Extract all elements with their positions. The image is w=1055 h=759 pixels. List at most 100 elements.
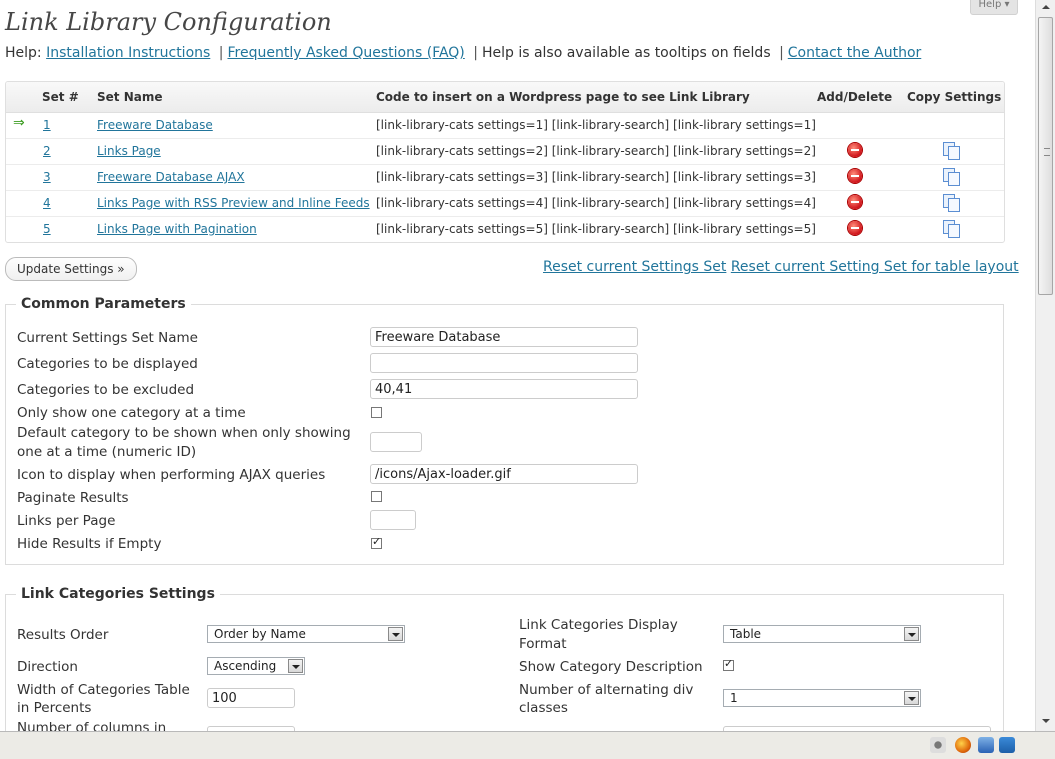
copy-settings-header: Copy Settings xyxy=(907,90,1002,104)
table-header: Set # Set Name Code to insert on a Wordp… xyxy=(6,82,1004,113)
table-row: 5 Links Page with Pagination [link-libra… xyxy=(6,217,1004,242)
set-name-header: Set Name xyxy=(97,90,163,104)
settings-sets-table: Set # Set Name Code to insert on a Wordp… xyxy=(5,81,1005,243)
set-name-link[interactable]: Links Page with Pagination xyxy=(97,222,257,236)
tooltip-help-text: Help is also available as tooltips on fi… xyxy=(481,45,771,61)
width-label-line1: Width of Categories Table xyxy=(17,682,190,698)
one-category-label: Only show one category at a time xyxy=(17,405,246,421)
alternating-div-label-line1: Number of alternating div xyxy=(519,682,694,698)
chevron-down-icon[interactable] xyxy=(904,627,919,641)
table-row: 4 Links Page with RSS Preview and Inline… xyxy=(6,191,1004,217)
addon-icon[interactable] xyxy=(978,737,994,753)
faq-link[interactable]: Frequently Asked Questions (FAQ) xyxy=(227,45,464,61)
set-name-link[interactable]: Freeware Database AJAX xyxy=(97,170,245,184)
set-name-link[interactable]: Links Page with RSS Preview and Inline F… xyxy=(97,196,370,210)
help-tab-button[interactable]: Help ▾ xyxy=(970,0,1018,15)
alternating-div-label-line2: classes xyxy=(519,700,568,716)
results-order-label: Results Order xyxy=(17,627,109,643)
categories-excluded-label: Categories to be excluded xyxy=(17,382,195,398)
display-format-value: Table xyxy=(730,627,762,641)
links-per-page-input[interactable] xyxy=(370,510,416,530)
paginate-results-checkbox[interactable] xyxy=(371,491,382,502)
add-delete-header: Add/Delete xyxy=(817,90,893,104)
set-number-link[interactable]: 1 xyxy=(43,118,51,132)
chevron-down-icon[interactable] xyxy=(904,691,919,705)
vertical-scrollbar[interactable] xyxy=(1035,0,1055,731)
scroll-down-arrow-icon[interactable] xyxy=(1042,719,1050,723)
categories-displayed-input[interactable] xyxy=(370,353,638,373)
categories-displayed-label: Categories to be displayed xyxy=(17,356,198,372)
results-order-value: Order by Name xyxy=(214,627,306,641)
shortcode-text: [link-library-cats settings=3] [link-lib… xyxy=(376,170,816,184)
shortcode-text: [link-library-cats settings=4] [link-lib… xyxy=(376,196,816,210)
admin-page: Link Library Configuration Help ▾ Help: … xyxy=(0,0,1035,731)
delete-set-icon[interactable] xyxy=(848,143,862,157)
delete-set-icon[interactable] xyxy=(848,221,862,235)
extension-icon[interactable] xyxy=(999,737,1015,753)
set-number-link[interactable]: 3 xyxy=(43,170,51,184)
set-number-link[interactable]: 4 xyxy=(43,196,51,210)
set-number-link[interactable]: 2 xyxy=(43,144,51,158)
reset-links: Reset current Settings Set Reset current… xyxy=(543,259,1019,275)
common-parameters-legend: Common Parameters xyxy=(16,296,191,312)
update-settings-button[interactable]: Update Settings » xyxy=(5,257,137,281)
shortcode-text: [link-library-cats settings=1] [link-lib… xyxy=(376,118,816,132)
hide-empty-checkbox[interactable] xyxy=(371,535,382,549)
copy-settings-icon[interactable] xyxy=(943,194,960,212)
installation-instructions-link[interactable]: Installation Instructions xyxy=(46,45,210,61)
default-category-label-line2: one at a time (numeric ID) xyxy=(17,444,197,460)
copy-settings-icon[interactable] xyxy=(943,168,960,186)
firefox-icon[interactable] xyxy=(955,737,971,753)
link-categories-legend: Link Categories Settings xyxy=(16,586,220,602)
separator: | xyxy=(218,45,224,61)
display-format-label-line2: Format xyxy=(519,636,567,652)
show-description-label: Show Category Description xyxy=(519,659,703,675)
contact-author-link[interactable]: Contact the Author xyxy=(788,45,921,61)
set-name-link[interactable]: Freeware Database xyxy=(97,118,213,132)
scroll-up-arrow-icon[interactable] xyxy=(1042,5,1050,9)
show-description-checkbox[interactable] xyxy=(723,657,734,671)
table-row: 2 Links Page [link-library-cats settings… xyxy=(6,139,1004,165)
separator: | xyxy=(779,45,784,61)
set-name-label: Current Settings Set Name xyxy=(17,330,198,346)
default-category-input[interactable] xyxy=(370,432,422,452)
code-header: Code to insert on a Wordpress page to se… xyxy=(376,90,750,104)
set-number-header: Set # xyxy=(42,90,79,104)
direction-label: Direction xyxy=(17,659,78,675)
grip-icon xyxy=(1044,148,1050,156)
delete-set-icon[interactable] xyxy=(848,195,862,209)
delete-set-icon[interactable] xyxy=(848,169,862,183)
link-categories-fieldset: Link Categories Settings Results Order O… xyxy=(5,586,1004,731)
direction-select[interactable]: Ascending xyxy=(207,657,305,675)
chevron-down-icon[interactable] xyxy=(288,659,303,673)
display-format-label-line1: Link Categories Display xyxy=(519,617,678,633)
help-prefix: Help: xyxy=(5,45,42,61)
display-format-select[interactable]: Table xyxy=(723,625,921,643)
scrollbar-thumb[interactable] xyxy=(1038,17,1053,295)
width-input[interactable]: 100 xyxy=(207,688,295,708)
help-links-line: Help: Installation Instructions | Frequen… xyxy=(5,45,921,61)
one-category-checkbox[interactable] xyxy=(371,407,382,418)
shortcode-text: [link-library-cats settings=2] [link-lib… xyxy=(376,144,816,158)
copy-settings-icon[interactable] xyxy=(943,220,960,238)
set-name-link[interactable]: Links Page xyxy=(97,144,161,158)
copy-settings-icon[interactable] xyxy=(943,142,960,160)
reset-table-layout-link[interactable]: Reset current Setting Set for table layo… xyxy=(731,259,1019,275)
hide-empty-label: Hide Results if Empty xyxy=(17,536,162,552)
set-name-input[interactable]: Freeware Database xyxy=(370,327,638,347)
bug-icon[interactable] xyxy=(930,737,946,753)
results-order-select[interactable]: Order by Name xyxy=(207,625,405,643)
reset-settings-set-link[interactable]: Reset current Settings Set xyxy=(543,259,726,275)
common-parameters-fieldset: Common Parameters Current Settings Set N… xyxy=(5,296,1004,565)
page-title: Link Library Configuration xyxy=(5,8,332,36)
set-number-link[interactable]: 5 xyxy=(43,222,51,236)
links-per-page-label: Links per Page xyxy=(17,513,116,529)
categories-excluded-input[interactable]: 40,41 xyxy=(370,379,638,399)
paginate-results-label: Paginate Results xyxy=(17,490,129,506)
alternating-div-select[interactable]: 1 xyxy=(723,689,921,707)
ajax-icon-input[interactable]: /icons/Ajax-loader.gif xyxy=(370,464,638,484)
table-row: ⇒ 1 Freeware Database [link-library-cats… xyxy=(6,113,1004,139)
ajax-icon-label: Icon to display when performing AJAX que… xyxy=(17,467,326,483)
shortcode-text: [link-library-cats settings=5] [link-lib… xyxy=(376,222,816,236)
chevron-down-icon[interactable] xyxy=(388,627,403,641)
